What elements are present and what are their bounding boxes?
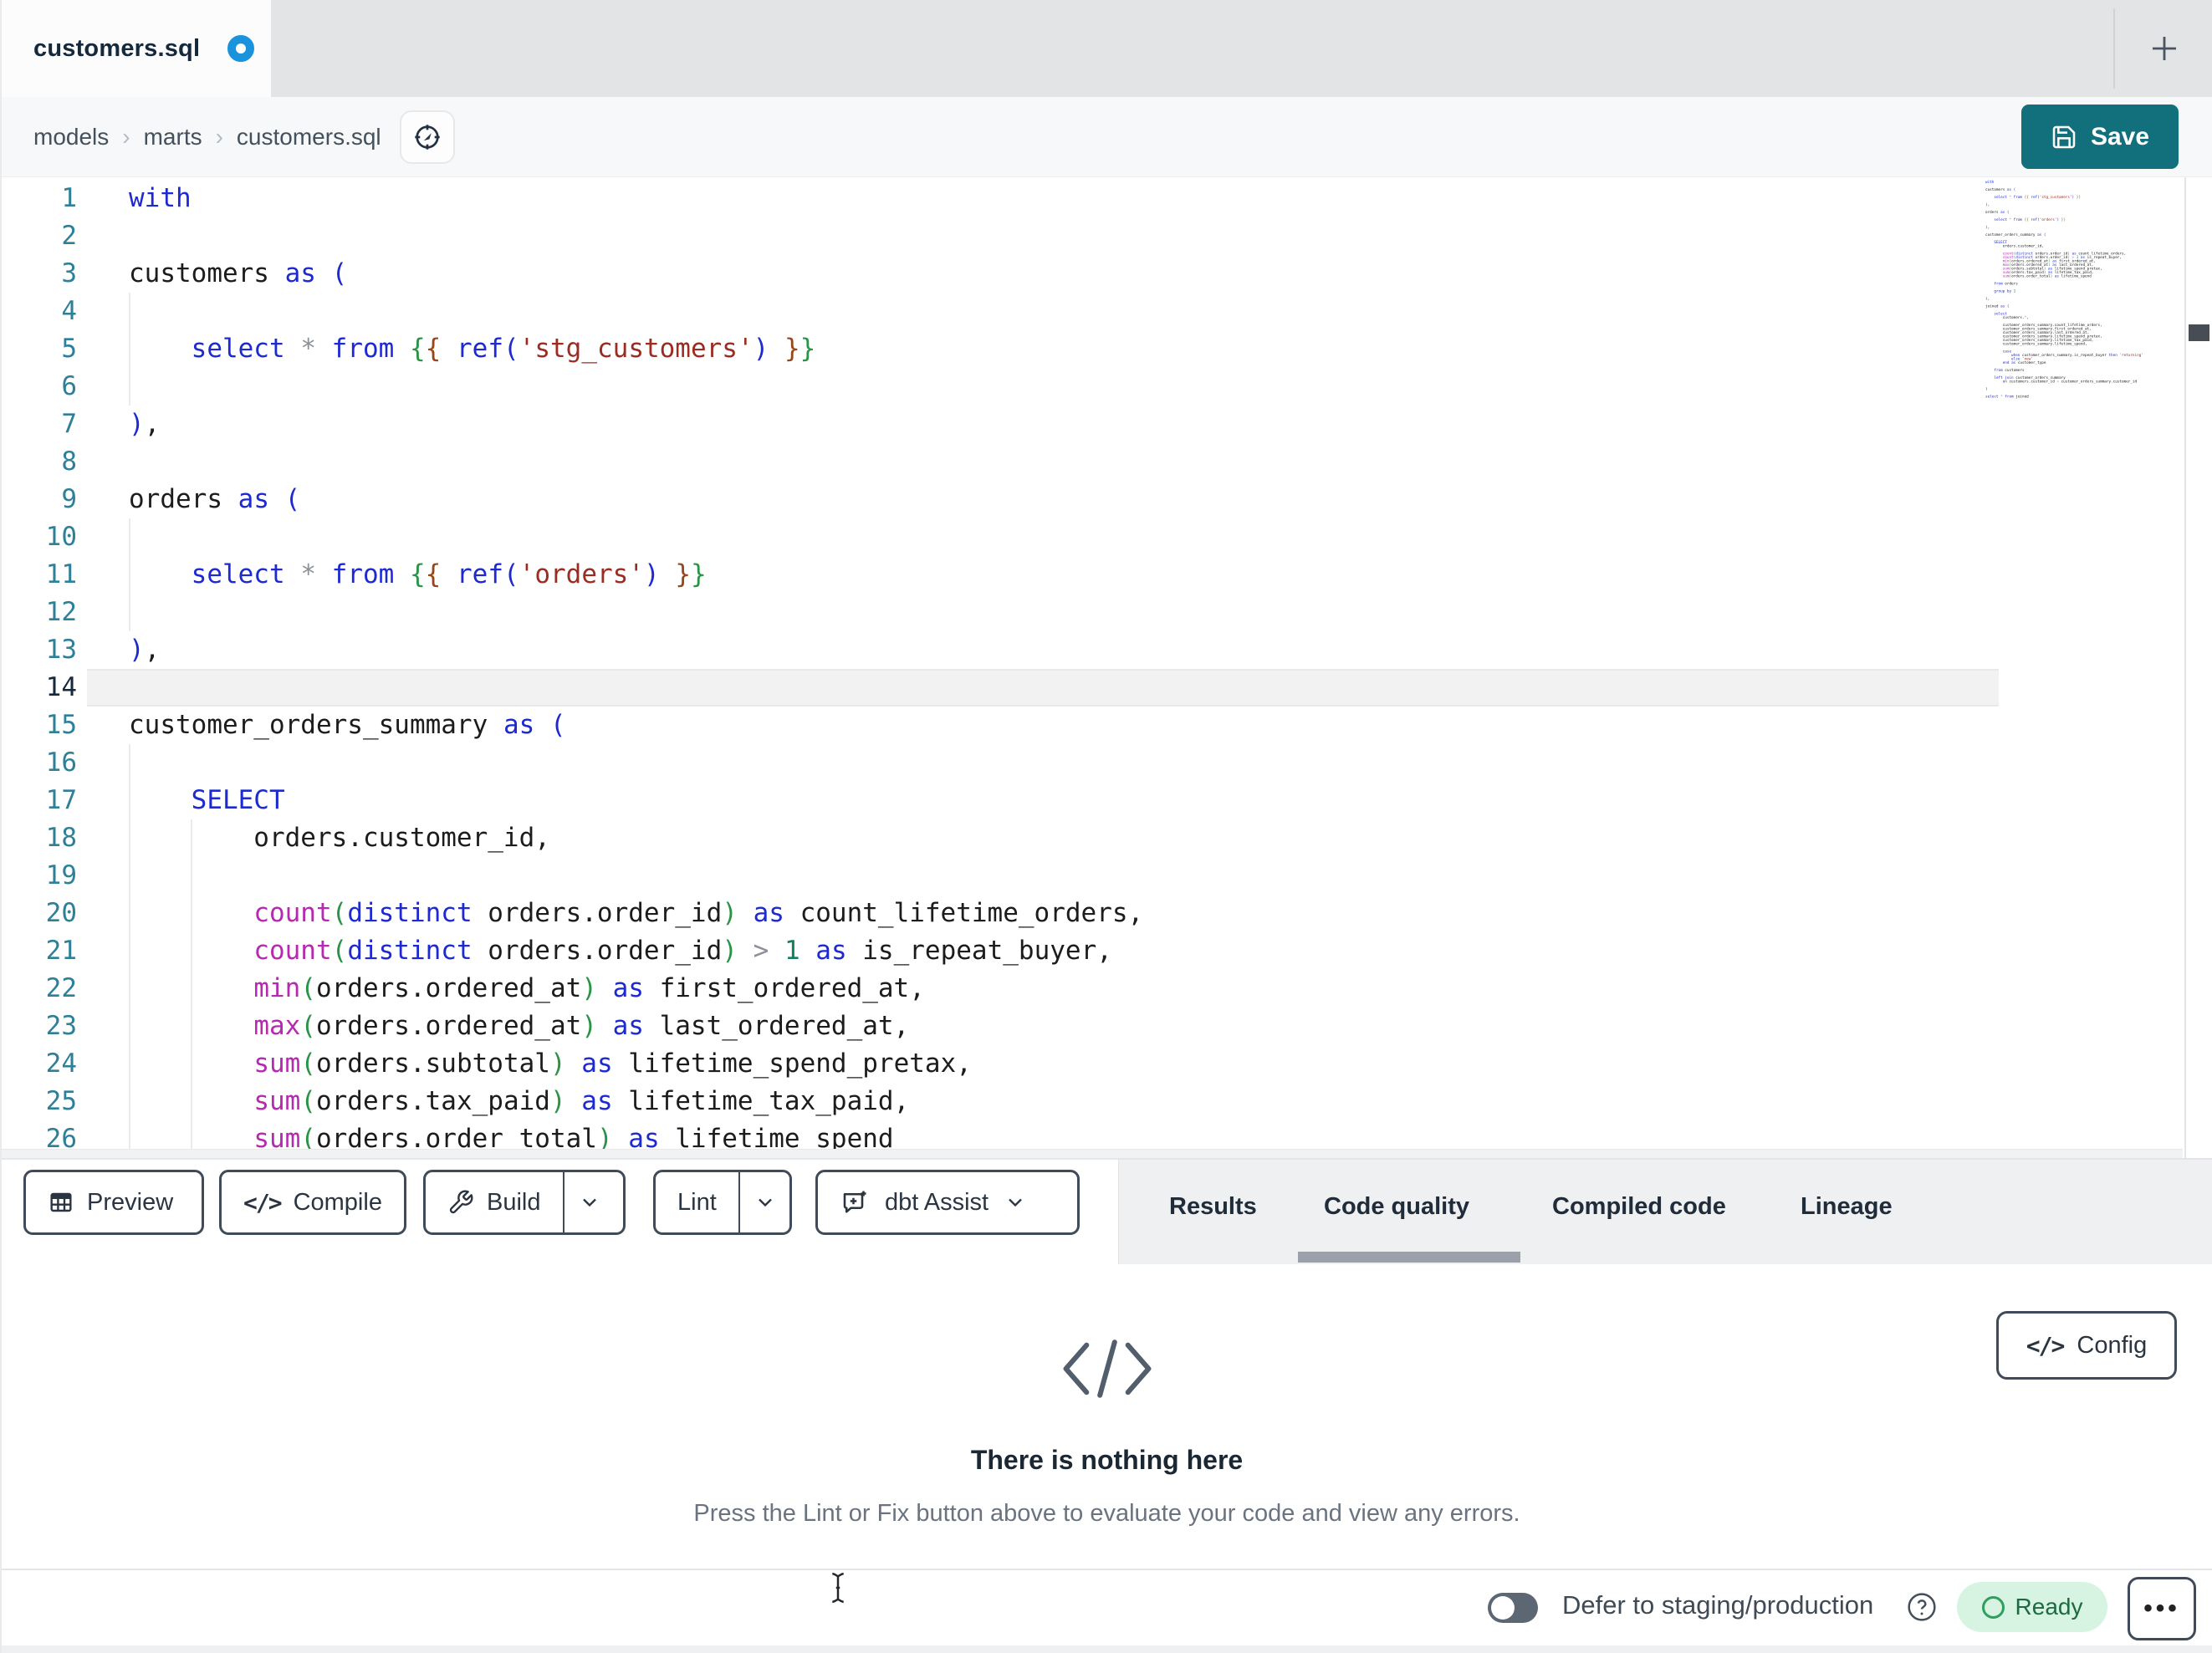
lint-button[interactable]: Lint (656, 1172, 738, 1232)
code-slash-icon (2, 1333, 2212, 1405)
code-line: 20 count(distinct orders.order_id) as co… (45, 898, 1144, 928)
code-line: 3 customers as ( (61, 258, 348, 288)
build-dropdown-button[interactable] (562, 1172, 615, 1232)
lineage-compass-button[interactable] (399, 110, 455, 164)
code-line: 22 min(orders.ordered_at) as first_order… (45, 973, 925, 1003)
chevron-down-icon (754, 1191, 777, 1214)
help-icon[interactable] (1905, 1590, 1939, 1628)
breadcrumb-separator: › (122, 123, 130, 150)
vertical-scrollbar[interactable] (2184, 177, 2212, 1162)
window-bottom-edge (2, 1645, 2212, 1653)
lint-label: Lint (677, 1188, 717, 1216)
code-line: 9 orders as ( (61, 484, 301, 514)
defer-label: Defer to staging/production (1562, 1590, 1874, 1620)
tab-compiled-code[interactable]: Compiled code (1552, 1193, 1726, 1221)
compile-label: Compile (293, 1188, 382, 1216)
code-line: 14 (45, 672, 77, 702)
new-tab-button[interactable] (2143, 27, 2186, 70)
unsaved-changes-dot-icon (227, 35, 254, 62)
code-line: 2 (61, 221, 77, 251)
code-line: 23 max(orders.ordered_at) as last_ordere… (45, 1011, 910, 1041)
code-lines[interactable]: 1 with 2 3 customers as ( 4 5 select * from {{… (2, 180, 2179, 1158)
file-tab-customers-sql[interactable]: customers.sql (2, 0, 271, 97)
file-tab-title: customers.sql (33, 34, 201, 62)
breadcrumb-models[interactable]: models (33, 124, 109, 151)
code-line: 11 select * from {{ ref('orders') }} (45, 559, 707, 589)
toolbar: Preview </> Compile Build Lint dbt Assis… (2, 1158, 1118, 1264)
code-line: 5 select * from {{ ref('stg_customers') … (61, 334, 816, 364)
save-label: Save (2090, 122, 2150, 151)
status-bar: Defer to staging/production Ready ••• (2, 1569, 2212, 1645)
build-button[interactable]: Build (426, 1172, 563, 1232)
editor-action-strip: Preview </> Compile Build Lint dbt Assis… (2, 1158, 2212, 1264)
code-line: 10 (45, 522, 77, 552)
preview-label: Preview (87, 1188, 174, 1216)
code-line: 17 SELECT (45, 785, 285, 815)
breadcrumb-row: models › marts › customers.sql Save (2, 97, 2212, 177)
chevron-down-icon (578, 1191, 601, 1214)
code-line: 19 (45, 860, 77, 890)
plus-icon (2147, 31, 2182, 66)
code-line: 6 (61, 371, 77, 401)
result-tabs: Results Code quality Compiled code Linea… (1118, 1158, 2212, 1264)
save-button[interactable]: Save (2021, 105, 2179, 169)
code-line: 25 sum(orders.tax_paid) as lifetime_tax_… (45, 1086, 910, 1116)
code-icon: </> (243, 1188, 283, 1217)
code-line: 13), (45, 635, 161, 665)
assist-chat-icon (840, 1187, 870, 1217)
tabbar-divider (2113, 8, 2115, 89)
tab-lineage[interactable]: Lineage (1801, 1193, 1893, 1221)
file-tab-bar: customers.sql (2, 0, 2212, 97)
scrollbar-thumb[interactable] (2189, 324, 2209, 341)
table-icon (48, 1189, 74, 1216)
code-line: 16 (45, 747, 77, 778)
wrench-icon (447, 1189, 474, 1216)
code-editor[interactable]: 1 with 2 3 customers as ( 4 5 select * from {{… (2, 177, 2212, 1162)
tab-results[interactable]: Results (1169, 1193, 1257, 1221)
lint-split-button: Lint (653, 1170, 792, 1235)
code-line: 18 orders.customer_id, (45, 823, 550, 853)
compass-icon (412, 122, 442, 152)
toggle-knob (1491, 1596, 1515, 1620)
code-line: 8 (61, 446, 77, 477)
build-label: Build (487, 1188, 541, 1216)
code-line: 24 sum(orders.subtotal) as lifetime_spen… (45, 1048, 972, 1079)
chevron-down-icon (1004, 1191, 1027, 1214)
text-cursor-icon (826, 1572, 850, 1608)
status-badge-label: Ready (2015, 1594, 2083, 1620)
code-line: 12 (45, 597, 77, 627)
breadcrumb-separator: › (215, 123, 223, 150)
active-tab-indicator (1298, 1252, 1520, 1263)
status-badge: Ready (1957, 1582, 2107, 1632)
minimap[interactable]: with customers as ( select * from {{ ref… (1985, 181, 2184, 617)
lint-dropdown-button[interactable] (738, 1172, 790, 1232)
code-quality-panel: </> Config There is nothing here Press t… (2, 1264, 2212, 1569)
breadcrumb-marts[interactable]: marts (144, 124, 202, 151)
dbt-assist-label: dbt Assist (885, 1188, 989, 1216)
dbt-ide-window: customers.sql models › marts › customers… (0, 0, 2212, 1653)
more-options-button[interactable]: ••• (2128, 1577, 2196, 1640)
code-line: 4 (61, 296, 77, 326)
code-line: 7), (61, 409, 161, 439)
save-floppy-icon (2051, 124, 2077, 151)
code-line: 21 count(distinct orders.order_id) > 1 a… (45, 936, 1112, 966)
breadcrumb-file[interactable]: customers.sql (237, 124, 381, 151)
code-line: 1 with (61, 183, 192, 213)
tab-code-quality[interactable]: Code quality (1324, 1193, 1469, 1221)
status-circle-icon (1981, 1595, 2005, 1619)
empty-state-title: There is nothing here (970, 1445, 1244, 1475)
empty-state-subtitle: Press the Lint or Fix button above to ev… (693, 1500, 1520, 1527)
compile-button[interactable]: </> Compile (219, 1170, 406, 1235)
build-split-button: Build (423, 1170, 626, 1235)
defer-toggle[interactable] (1488, 1593, 1538, 1623)
code-line: 15 customer_orders_summary as ( (45, 710, 566, 740)
dbt-assist-button[interactable]: dbt Assist (815, 1170, 1080, 1235)
preview-button[interactable]: Preview (23, 1170, 204, 1235)
